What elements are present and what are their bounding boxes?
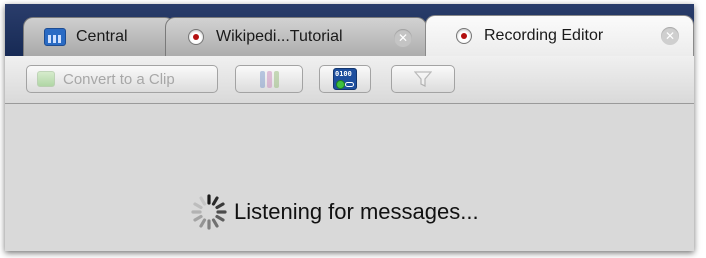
tab-label: Recording Editor <box>484 27 604 44</box>
columns-button[interactable] <box>235 65 303 93</box>
close-tab-icon[interactable]: ✕ <box>661 27 679 45</box>
tab-label: Central <box>76 28 128 45</box>
tab-bar: Central Wikipedi...Tutorial ✕ Recording … <box>5 4 694 56</box>
clip-icon <box>37 71 55 87</box>
central-dashboard-icon <box>44 28 66 46</box>
filter-icon <box>414 71 432 87</box>
tab-central[interactable]: Central <box>23 17 175 56</box>
convert-to-clip-button[interactable]: Convert to a Clip <box>26 65 218 93</box>
toolbar: Convert to a Clip 0100 <box>5 56 694 104</box>
status-message: Listening for messages... <box>234 199 479 224</box>
tab-label: Wikipedi...Tutorial <box>216 28 343 45</box>
tab-wikipedia-tutorial[interactable]: Wikipedi...Tutorial ✕ <box>165 17 427 56</box>
convert-to-clip-label: Convert to a Clip <box>63 70 175 88</box>
status-area: Listening for messages... <box>190 190 479 234</box>
app-window: Central Wikipedi...Tutorial ✕ Recording … <box>5 4 694 251</box>
close-tab-icon[interactable]: ✕ <box>394 29 412 47</box>
tab-recording-editor[interactable]: Recording Editor ✕ <box>425 15 694 56</box>
binary-connect-icon: 0100 <box>333 68 357 90</box>
recording-icon <box>456 28 472 44</box>
columns-icon <box>259 70 279 88</box>
binary-button[interactable]: 0100 <box>319 65 371 93</box>
spinner-icon <box>191 194 227 230</box>
filter-button[interactable] <box>391 65 455 93</box>
recording-icon <box>188 29 204 45</box>
